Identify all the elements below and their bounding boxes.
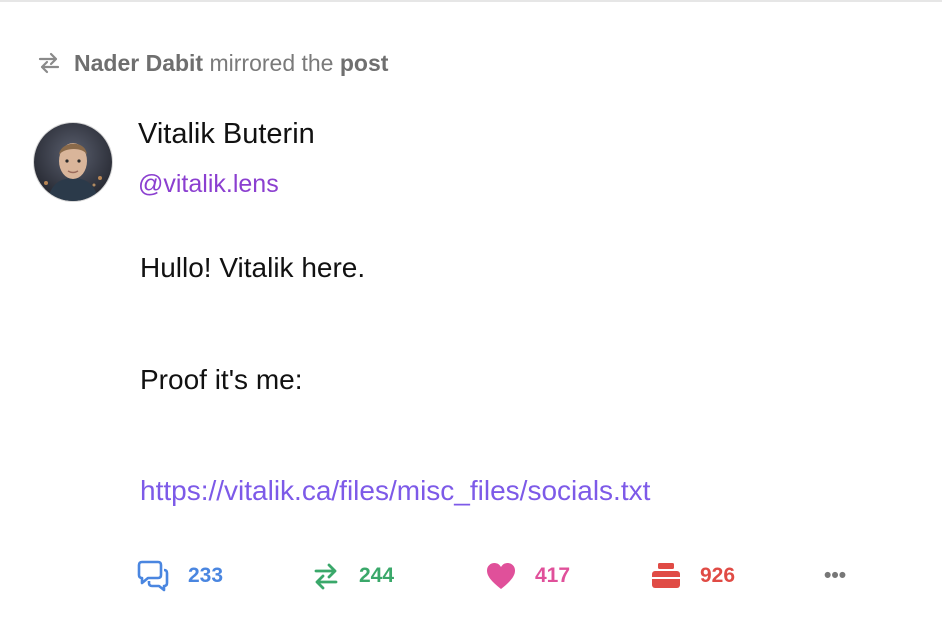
mirror-button[interactable]: 244 (311, 558, 394, 594)
mirrored-post-link[interactable]: post (340, 50, 389, 76)
like-button[interactable]: 417 (485, 558, 570, 594)
comment-button[interactable]: 233 (136, 558, 223, 594)
like-count: 417 (535, 564, 571, 587)
comment-icon (136, 559, 170, 593)
author-handle[interactable]: @vitalik.lens (138, 170, 279, 199)
mirror-count: 244 (359, 564, 395, 587)
mirror-action-text: mirrored the (209, 49, 334, 76)
post-text-line: Proof it's me: (140, 364, 303, 395)
post-text-line: Hullo! Vitalik here. (140, 252, 366, 283)
heart-icon (485, 561, 517, 591)
collect-button[interactable]: 926 (650, 558, 735, 594)
collect-count: 926 (700, 564, 736, 587)
more-options-button[interactable]: ••• (824, 558, 846, 594)
mirror-notice: Nader Dabit mirrored the post (36, 48, 388, 78)
post-link[interactable]: https://vitalik.ca/files/misc_files/soci… (140, 475, 650, 507)
author-name[interactable]: Vitalik Buterin (138, 118, 315, 151)
mirror-arrows-icon (36, 51, 62, 75)
comment-count: 233 (188, 564, 224, 587)
mirror-icon (311, 560, 341, 592)
mirroring-user-name[interactable]: Nader Dabit (74, 50, 203, 76)
post-actions: 233 244 417 926 ••• (136, 558, 876, 594)
author-avatar[interactable] (33, 122, 113, 202)
collect-icon (650, 562, 682, 590)
more-icon: ••• (824, 564, 847, 587)
top-divider (0, 0, 942, 2)
